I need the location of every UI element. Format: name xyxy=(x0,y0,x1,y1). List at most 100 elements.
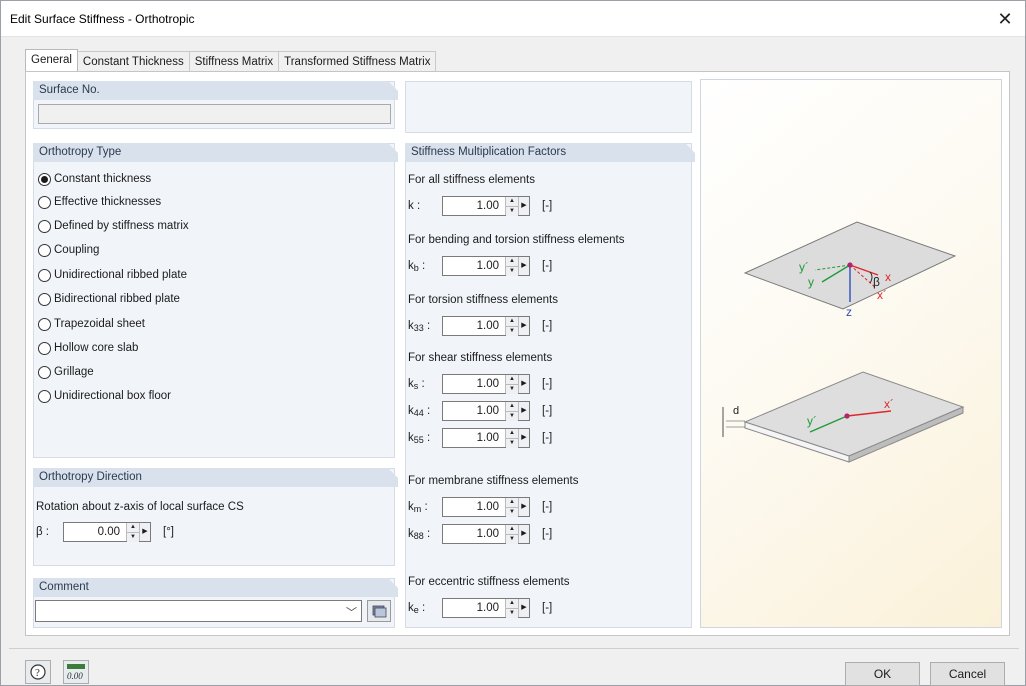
close-icon[interactable]: ✕ xyxy=(995,9,1015,29)
k55-value[interactable]: 1.00 xyxy=(443,429,505,447)
factors-header: Stiffness Multiplication Factors xyxy=(405,143,695,162)
kb-spinner[interactable]: 1.00 ▲ ▼ ▶ xyxy=(442,256,530,276)
spin-menu-icon[interactable]: ▶ xyxy=(519,197,529,215)
radio-effective-thicknesses[interactable]: Effective thicknesses xyxy=(38,194,161,210)
radio-label: Effective thicknesses xyxy=(54,196,162,208)
spin-up-icon[interactable]: ▲ xyxy=(506,599,518,608)
k55-spinner[interactable]: 1.00 ▲ ▼ ▶ xyxy=(442,428,530,448)
radio-hollow-core-slab[interactable]: Hollow core slab xyxy=(38,340,138,356)
beta-spinner[interactable]: 0.00 ▲ ▼ ▶ xyxy=(63,522,151,542)
radio-button[interactable] xyxy=(38,292,51,306)
radio-coupling[interactable]: Coupling xyxy=(38,242,99,258)
radio-button[interactable] xyxy=(38,268,51,282)
sym-sub: s xyxy=(413,381,419,391)
surface-no-group: Surface No. xyxy=(33,81,398,129)
spin-menu-icon[interactable]: ▶ xyxy=(519,317,529,335)
chevron-down-icon[interactable]: ﹀ xyxy=(346,604,357,620)
radio-button[interactable] xyxy=(38,389,51,403)
k33-value[interactable]: 1.00 xyxy=(443,317,505,335)
help-button[interactable]: ? xyxy=(25,660,51,684)
beta-value[interactable]: 0.00 xyxy=(64,523,126,541)
k44-spinner[interactable]: 1.00 ▲ ▼ ▶ xyxy=(442,401,530,421)
spin-menu-icon[interactable]: ▶ xyxy=(519,402,529,420)
spin-down-icon[interactable]: ▼ xyxy=(506,411,518,421)
spin-down-icon[interactable]: ▼ xyxy=(506,326,518,336)
label-x-prime: x´ xyxy=(877,288,887,302)
radio-button[interactable] xyxy=(38,243,51,257)
spin-down-icon[interactable]: ▼ xyxy=(506,206,518,216)
spin-down-icon[interactable]: ▼ xyxy=(506,534,518,544)
radio-unidirectional-ribbed-plate[interactable]: Unidirectional ribbed plate xyxy=(38,267,187,283)
km-spinner[interactable]: 1.00 ▲ ▼ ▶ xyxy=(442,497,530,517)
symbol-k33: k33 : xyxy=(408,320,431,333)
spin-up-icon[interactable]: ▲ xyxy=(506,402,518,411)
section-eccentric: For eccentric stiffness elements xyxy=(408,576,570,588)
k-spinner[interactable]: 1.00 ▲ ▼ ▶ xyxy=(442,196,530,216)
spin-down-icon[interactable]: ▼ xyxy=(506,608,518,618)
radio-button[interactable] xyxy=(38,317,51,331)
spin-menu-icon[interactable]: ▶ xyxy=(519,257,529,275)
radio-button[interactable] xyxy=(38,341,51,355)
section-bending-torsion: For bending and torsion stiffness elemen… xyxy=(408,234,625,246)
tab-transformed-stiffness-matrix[interactable]: Transformed Stiffness Matrix xyxy=(279,51,437,72)
radio-button-checked[interactable] xyxy=(38,172,51,186)
spin-up-icon[interactable]: ▲ xyxy=(506,429,518,438)
comment-library-button[interactable] xyxy=(367,600,391,622)
spin-down-icon[interactable]: ▼ xyxy=(127,532,139,542)
k33-spinner[interactable]: 1.00 ▲ ▼ ▶ xyxy=(442,316,530,336)
radio-defined-by-stiffness-matrix[interactable]: Defined by stiffness matrix xyxy=(38,218,189,234)
units-button[interactable]: 0.00 xyxy=(63,660,89,684)
label-x: x xyxy=(885,270,891,284)
symbol-k: k : xyxy=(408,200,421,212)
sym-sub: e xyxy=(413,605,419,615)
origin-point xyxy=(847,262,853,268)
k88-value[interactable]: 1.00 xyxy=(443,525,505,543)
ke-spinner[interactable]: 1.00 ▲ ▼ ▶ xyxy=(442,598,530,618)
tab-constant-thickness[interactable]: Constant Thickness xyxy=(77,51,190,72)
radio-constant-thickness[interactable]: Constant thickness xyxy=(38,171,151,187)
radio-button[interactable] xyxy=(38,195,51,209)
ks-value[interactable]: 1.00 xyxy=(443,375,505,393)
spin-menu-icon[interactable]: ▶ xyxy=(519,498,529,516)
ke-value[interactable]: 1.00 xyxy=(443,599,505,617)
k-unit: [-] xyxy=(542,200,553,212)
spin-down-icon[interactable]: ▼ xyxy=(506,438,518,448)
spin-down-icon[interactable]: ▼ xyxy=(506,384,518,394)
comment-combo[interactable]: ﹀ xyxy=(35,600,362,622)
spin-menu-icon[interactable]: ▶ xyxy=(519,375,529,393)
spin-menu-icon[interactable]: ▶ xyxy=(519,599,529,617)
k44-value[interactable]: 1.00 xyxy=(443,402,505,420)
spin-menu-icon[interactable]: ▶ xyxy=(519,525,529,543)
spin-up-icon[interactable]: ▲ xyxy=(506,525,518,534)
spin-up-icon[interactable]: ▲ xyxy=(127,523,139,532)
spin-menu-icon[interactable]: ▶ xyxy=(519,429,529,447)
tab-general[interactable]: General xyxy=(25,49,78,72)
radio-grillage[interactable]: Grillage xyxy=(38,364,94,380)
spin-menu-icon[interactable]: ▶ xyxy=(140,523,150,541)
k88-spinner[interactable]: 1.00 ▲ ▼ ▶ xyxy=(442,524,530,544)
km-value[interactable]: 1.00 xyxy=(443,498,505,516)
k-value[interactable]: 1.00 xyxy=(443,197,505,215)
spin-up-icon[interactable]: ▲ xyxy=(506,257,518,266)
ks-unit: [-] xyxy=(542,378,553,390)
ks-spinner[interactable]: 1.00 ▲ ▼ ▶ xyxy=(442,374,530,394)
orthotropy-direction-header: Orthotropy Direction xyxy=(33,468,398,487)
label-z: z xyxy=(846,305,852,319)
cancel-button[interactable]: Cancel xyxy=(930,662,1005,686)
section-torsion: For torsion stiffness elements xyxy=(408,294,558,306)
radio-button[interactable] xyxy=(38,219,51,233)
tab-stiffness-matrix[interactable]: Stiffness Matrix xyxy=(189,51,280,72)
radio-button[interactable] xyxy=(38,365,51,379)
radio-trapezoidal-sheet[interactable]: Trapezoidal sheet xyxy=(38,316,145,332)
ok-button[interactable]: OK xyxy=(845,662,920,686)
radio-bidirectional-ribbed-plate[interactable]: Bidirectional ribbed plate xyxy=(38,291,180,307)
window-title: Edit Surface Stiffness - Orthotropic xyxy=(10,12,195,26)
spin-up-icon[interactable]: ▲ xyxy=(506,197,518,206)
spin-down-icon[interactable]: ▼ xyxy=(506,266,518,276)
spin-down-icon[interactable]: ▼ xyxy=(506,507,518,517)
spin-up-icon[interactable]: ▲ xyxy=(506,375,518,384)
kb-value[interactable]: 1.00 xyxy=(443,257,505,275)
spin-up-icon[interactable]: ▲ xyxy=(506,317,518,326)
spin-up-icon[interactable]: ▲ xyxy=(506,498,518,507)
radio-unidirectional-box-floor[interactable]: Unidirectional box floor xyxy=(38,388,171,404)
